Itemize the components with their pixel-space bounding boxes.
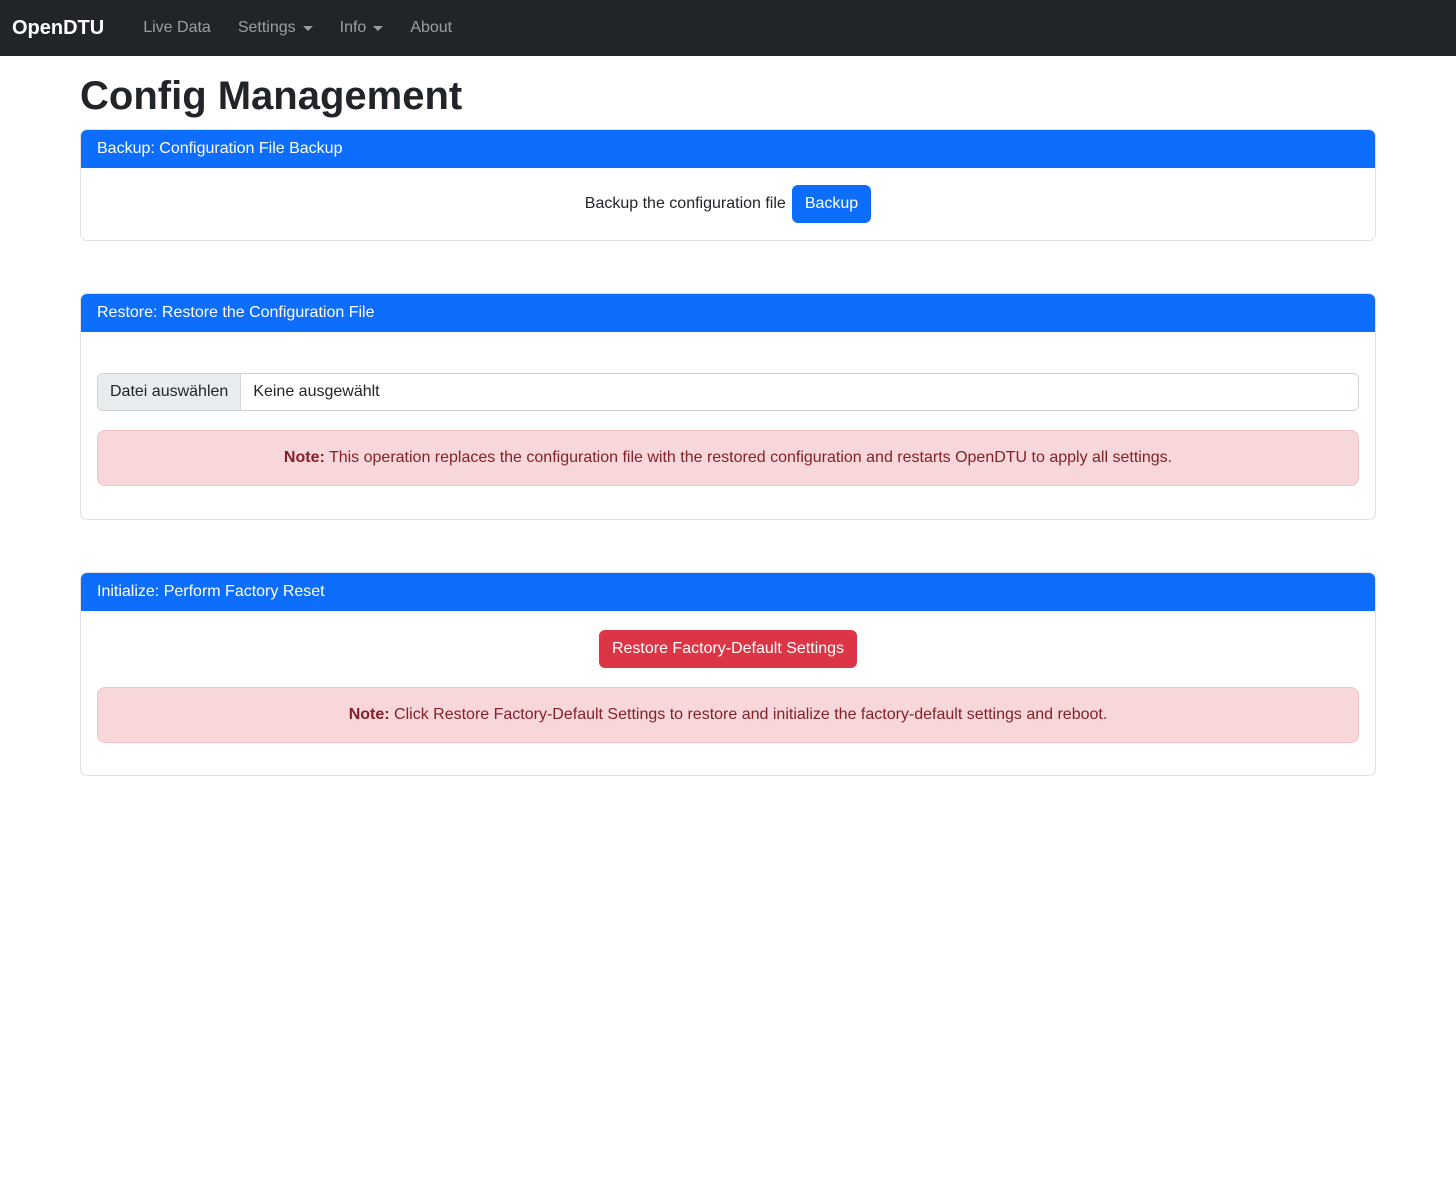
backup-card-body: Backup the configuration file Backup xyxy=(81,168,1375,240)
nav-item-about[interactable]: About xyxy=(410,11,452,45)
restore-card-header: Restore: Restore the Configuration File xyxy=(81,294,1375,332)
factory-reset-note-text: Click Restore Factory-Default Settings t… xyxy=(390,706,1108,723)
nav-item-about-label: About xyxy=(410,19,452,37)
backup-button[interactable]: Backup xyxy=(792,185,871,223)
file-choose-button[interactable]: Datei auswählen xyxy=(98,374,241,410)
factory-reset-button[interactable]: Restore Factory-Default Settings xyxy=(599,630,857,668)
factory-reset-card-header: Initialize: Perform Factory Reset xyxy=(81,573,1375,611)
factory-reset-card-body: Restore Factory-Default Settings Note: C… xyxy=(81,611,1375,775)
restore-card: Restore: Restore the Configuration File … xyxy=(80,293,1376,520)
factory-reset-card: Initialize: Perform Factory Reset Restor… xyxy=(80,572,1376,776)
brand-opendtu[interactable]: OpenDTU xyxy=(12,17,104,40)
nav-item-live-data[interactable]: Live Data xyxy=(143,11,211,45)
chevron-down-icon xyxy=(373,26,383,31)
main-container: Config Management Backup: Configuration … xyxy=(80,72,1376,776)
nav-item-info-label: Info xyxy=(340,19,367,37)
backup-card: Backup: Configuration File Backup Backup… xyxy=(80,129,1376,241)
factory-reset-note-alert: Note: Click Restore Factory-Default Sett… xyxy=(97,687,1359,743)
backup-description: Backup the configuration file xyxy=(585,195,786,213)
chevron-down-icon xyxy=(303,26,313,31)
restore-note-label: Note: xyxy=(284,449,325,466)
page-title: Config Management xyxy=(80,72,1376,120)
backup-card-header: Backup: Configuration File Backup xyxy=(81,130,1375,168)
file-status-text: Keine ausgewählt xyxy=(241,374,391,410)
nav-item-info[interactable]: Info xyxy=(340,11,384,45)
nav-item-settings[interactable]: Settings xyxy=(238,11,313,45)
nav-item-live-data-label: Live Data xyxy=(143,19,211,37)
restore-note-alert: Note: This operation replaces the config… xyxy=(97,430,1359,486)
restore-card-body: Datei auswählen Keine ausgewählt Note: T… xyxy=(81,332,1375,519)
restore-file-input[interactable]: Datei auswählen Keine ausgewählt xyxy=(97,373,1359,411)
top-navbar: OpenDTU Live Data Settings Info About xyxy=(0,0,1456,56)
factory-reset-note-label: Note: xyxy=(349,706,390,723)
restore-note-text: This operation replaces the configuratio… xyxy=(325,449,1172,466)
nav-item-settings-label: Settings xyxy=(238,19,296,37)
